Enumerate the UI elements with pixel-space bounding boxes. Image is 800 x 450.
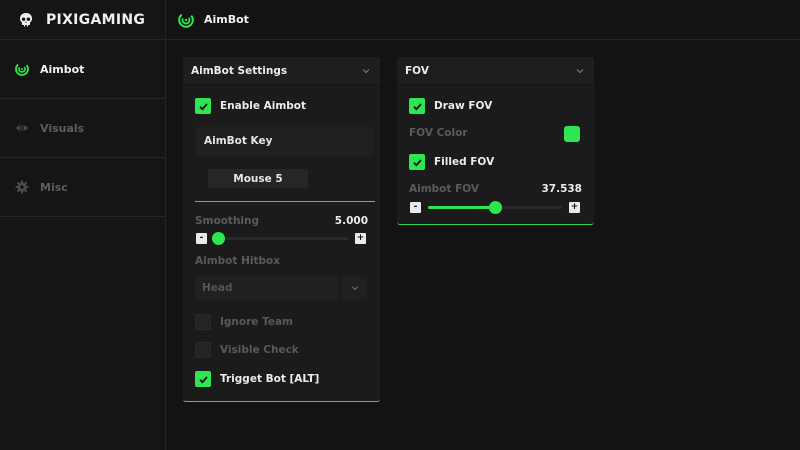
smoothing-value: 5.000: [334, 215, 368, 227]
smoothing-thumb[interactable]: [212, 232, 225, 245]
checkbox-label: Visible Check: [220, 344, 299, 356]
smoothing-plus-button[interactable]: +: [355, 233, 366, 244]
aimbot-key-title: AimBot Key: [204, 135, 273, 147]
fov-plus-button[interactable]: +: [569, 202, 580, 213]
chevron-down-icon[interactable]: [361, 66, 371, 76]
topbar: AimBot: [167, 0, 800, 40]
checkbox-label: Filled FOV: [434, 156, 495, 168]
fov-minus-button[interactable]: -: [410, 202, 421, 213]
brand: PIXIGAMING: [0, 0, 165, 40]
sidebar-item-label: Misc: [40, 180, 68, 194]
panel-header[interactable]: FOV: [397, 57, 594, 85]
sidebar: PIXIGAMING Aimbot Visuals Misc: [0, 0, 166, 450]
checkbox-box[interactable]: [195, 98, 211, 114]
sidebar-item-label: Aimbot: [40, 62, 85, 76]
aimbot-fov-value: 37.538: [541, 183, 582, 195]
hitbox-select-value: Head: [202, 282, 233, 294]
checkbox-box[interactable]: [195, 371, 211, 387]
hitbox-dropdown-button[interactable]: [342, 276, 367, 300]
check-icon: [198, 375, 208, 384]
trigger-bot-checkbox[interactable]: Trigget Bot [ALT]: [195, 371, 319, 387]
checkbox-box[interactable]: [409, 98, 425, 114]
target-icon: [15, 62, 29, 76]
fov-color-swatch[interactable]: [564, 126, 580, 142]
check-icon: [412, 158, 422, 167]
visible-check-checkbox[interactable]: Visible Check: [195, 342, 299, 358]
aimbot-fov-label: Aimbot FOV: [409, 183, 480, 195]
sidebar-item-misc[interactable]: Misc: [0, 158, 165, 217]
panel-title: AimBot Settings: [191, 64, 288, 77]
page-title: AimBot: [204, 13, 249, 26]
hitbox-select[interactable]: Head: [195, 276, 339, 300]
enable-aimbot-checkbox[interactable]: Enable Aimbot: [195, 98, 306, 114]
gear-icon: [15, 180, 29, 194]
app-window: PIXIGAMING Aimbot Visuals Misc AimBot Ai…: [0, 0, 800, 450]
sidebar-item-label: Visuals: [40, 121, 85, 135]
brand-name: PIXIGAMING: [46, 11, 146, 28]
fov-color-label: FOV Color: [409, 127, 468, 139]
smoothing-track[interactable]: [213, 237, 349, 240]
checkbox-label: Ignore Team: [220, 316, 293, 328]
draw-fov-checkbox[interactable]: Draw FOV: [409, 98, 492, 114]
chevron-down-icon[interactable]: [575, 66, 585, 76]
ignore-team-checkbox[interactable]: Ignore Team: [195, 314, 293, 330]
checkbox-box[interactable]: [195, 342, 211, 358]
panel-title: FOV: [405, 64, 429, 77]
checkbox-label: Trigget Bot [ALT]: [220, 373, 320, 385]
smoothing-minus-button[interactable]: -: [196, 233, 207, 244]
aimbot-settings-panel: AimBot Settings Enable Aimbot AimBot Key…: [183, 57, 380, 402]
chevron-down-icon: [351, 286, 358, 291]
target-icon: [178, 11, 194, 28]
checkbox-box[interactable]: [409, 154, 425, 170]
panel-header[interactable]: AimBot Settings: [183, 57, 380, 85]
checkbox-label: Draw FOV: [434, 100, 493, 112]
eye-icon: [15, 121, 29, 135]
checkbox-box[interactable]: [195, 314, 211, 330]
fov-thumb[interactable]: [489, 201, 502, 214]
sidebar-item-visuals[interactable]: Visuals: [0, 99, 165, 158]
sidebar-item-aimbot[interactable]: Aimbot: [0, 40, 165, 99]
hitbox-label: Aimbot Hitbox: [195, 255, 280, 267]
checkbox-label: Enable Aimbot: [220, 100, 307, 112]
divider: [195, 201, 375, 202]
skull-icon: [20, 12, 32, 26]
aimbot-key-button[interactable]: Mouse 5: [208, 169, 308, 188]
check-icon: [198, 102, 208, 111]
fov-panel: FOV Draw FOV FOV Color Filled FOV Aimbot…: [397, 57, 594, 225]
check-icon: [412, 102, 422, 111]
fov-fill: [428, 206, 495, 209]
smoothing-label: Smoothing: [195, 215, 260, 227]
filled-fov-checkbox[interactable]: Filled FOV: [409, 154, 494, 170]
